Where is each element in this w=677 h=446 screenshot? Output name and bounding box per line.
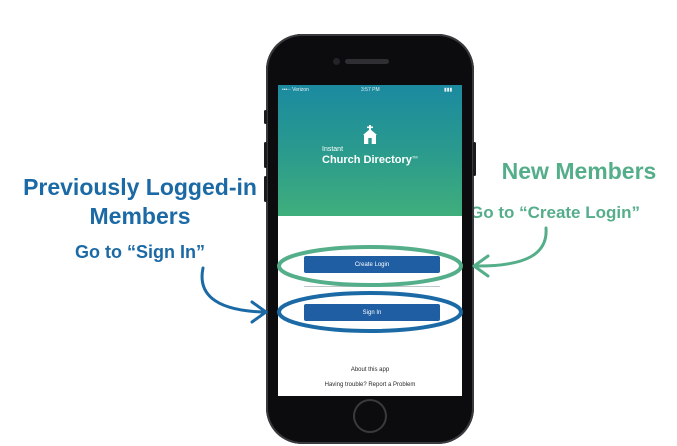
blue-arrow [200, 266, 264, 314]
sign-in-highlight [277, 291, 463, 333]
create-login-highlight [277, 245, 463, 287]
annotation-overlay [200, 226, 548, 333]
green-arrow [476, 226, 548, 268]
